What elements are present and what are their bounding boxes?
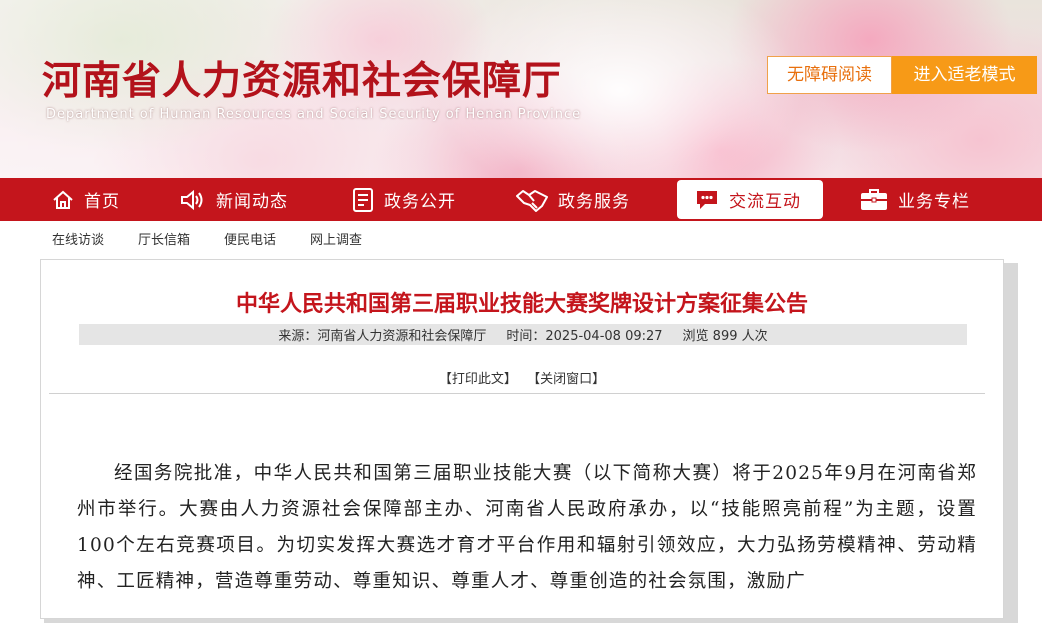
nav-item-business[interactable]: 业务专栏 bbox=[860, 178, 970, 221]
sub-nav: 在线访谈 厅长信箱 便民电话 网上调查 bbox=[0, 221, 1042, 257]
document-icon bbox=[353, 187, 373, 212]
article-body: 经国务院批准，中华人民共和国第三届职业技能大赛（以下简称大赛）将于2025年9月… bbox=[77, 463, 977, 592]
handshake-icon bbox=[516, 189, 548, 212]
article-source: 来源：河南省人力资源和社会保障厅 bbox=[278, 329, 487, 344]
article-title: 中华人民共和国第三届职业技能大赛奖牌设计方案征集公告 bbox=[235, 292, 808, 317]
site-header: 河南省人力资源和社会保障厅 Department of Human Resour… bbox=[0, 0, 1042, 178]
nav-item-label: 政务服务 bbox=[558, 192, 630, 212]
briefcase-icon bbox=[861, 188, 887, 210]
article-meta-bar: 来源：河南省人力资源和社会保障厅 时间：2025-04-08 09:27 浏览 … bbox=[79, 324, 967, 345]
nav-item-home[interactable]: 首页 bbox=[52, 178, 120, 221]
speaker-icon bbox=[181, 189, 203, 210]
site-title[interactable]: 河南省人力资源和社会保障厅 bbox=[42, 50, 562, 106]
nav-item-label: 交流互动 bbox=[729, 192, 801, 212]
nav-item-label: 新闻动态 bbox=[216, 192, 288, 212]
subnav-item-director-mailbox[interactable]: 厅长信箱 bbox=[138, 229, 190, 248]
accessibility-reading-button[interactable]: 无障碍阅读 bbox=[767, 56, 892, 94]
divider bbox=[49, 393, 985, 394]
site-subtitle: Department of Human Resources and Social… bbox=[46, 107, 582, 122]
article-time: 时间：2025-04-08 09:27 bbox=[506, 329, 663, 344]
nav-item-label: 首页 bbox=[84, 192, 120, 212]
subnav-item-online-interview[interactable]: 在线访谈 bbox=[52, 229, 104, 248]
print-article-link[interactable]: 【打印此文】 bbox=[439, 372, 517, 387]
elder-mode-button[interactable]: 进入适老模式 bbox=[892, 56, 1037, 94]
nav-item-label: 业务专栏 bbox=[898, 192, 970, 212]
close-window-link[interactable]: 【关闭窗口】 bbox=[527, 372, 605, 387]
home-icon bbox=[53, 190, 73, 209]
subnav-item-service-phone[interactable]: 便民电话 bbox=[224, 229, 276, 248]
chat-icon bbox=[697, 190, 717, 209]
main-nav: 首页 新闻动态 政务公开 政务服务 交流互动 业务专栏 bbox=[0, 178, 1042, 221]
nav-item-label: 政务公开 bbox=[384, 192, 456, 212]
nav-item-news[interactable]: 新闻动态 bbox=[180, 178, 288, 221]
nav-item-interaction[interactable]: 交流互动 bbox=[677, 180, 823, 219]
article-actions: 【打印此文】 【关闭窗口】 bbox=[41, 368, 1003, 387]
article-views: 浏览 899 人次 bbox=[682, 329, 768, 344]
nav-item-gov-services[interactable]: 政务服务 bbox=[516, 178, 630, 221]
article-panel: 中华人民共和国第三届职业技能大赛奖牌设计方案征集公告 来源：河南省人力资源和社会… bbox=[40, 259, 1004, 619]
nav-item-gov-affairs[interactable]: 政务公开 bbox=[352, 178, 456, 221]
subnav-item-online-survey[interactable]: 网上调查 bbox=[310, 229, 362, 248]
